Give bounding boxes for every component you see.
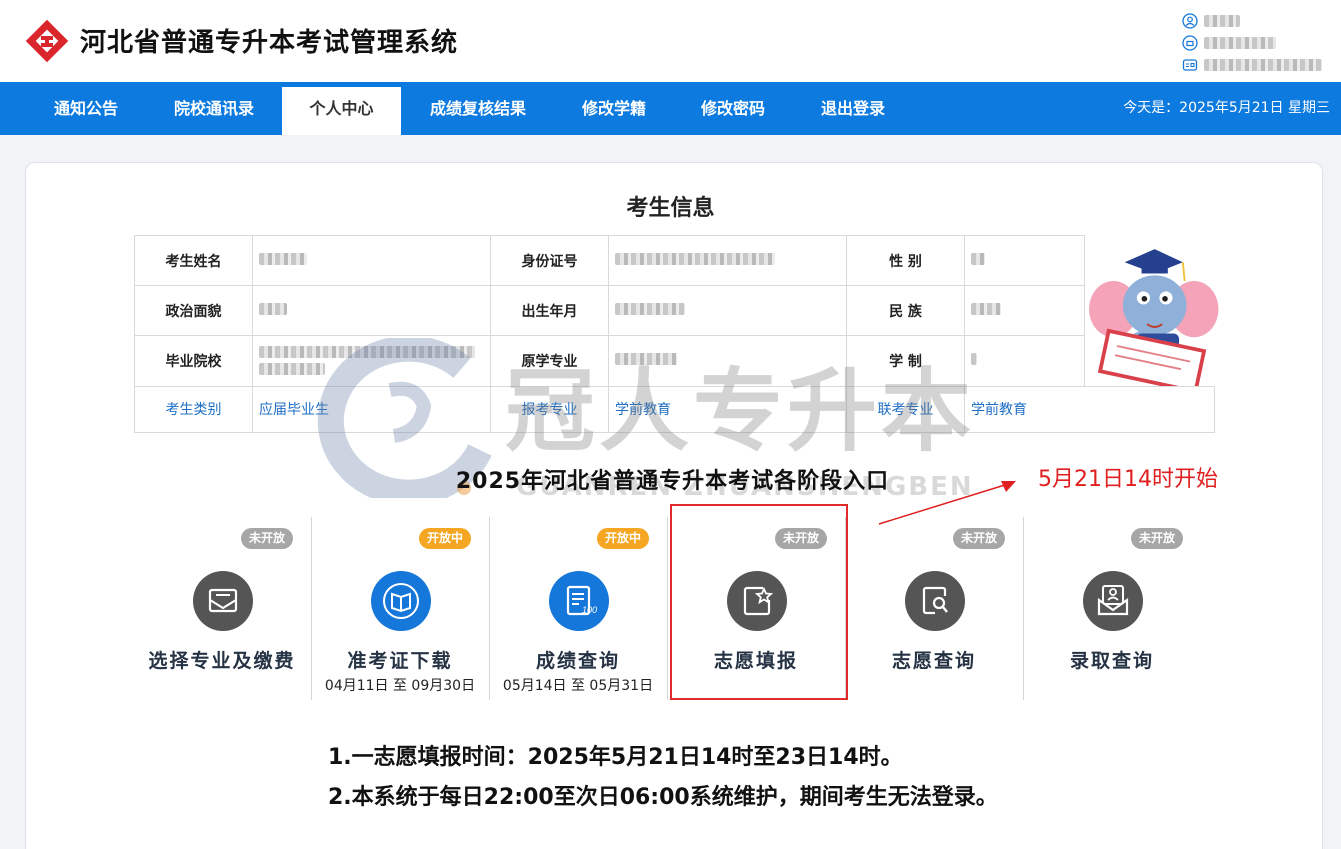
label-major: 原学专业	[490, 335, 609, 387]
nav-item-logout[interactable]: 退出登录	[806, 87, 900, 135]
label-name: 考生姓名	[134, 234, 253, 287]
search-document-icon	[905, 571, 965, 631]
label-gender: 性 别	[846, 234, 965, 287]
status-badge: 开放中	[418, 528, 471, 549]
svg-text:100: 100	[582, 605, 597, 615]
stage-dates: 05月14日 至 05月31日	[502, 678, 654, 694]
site-header: 河北省普通专升本考试管理系统	[0, 0, 1341, 82]
note-line-2: 2.本系统于每日22:00至次日06:00系统维护，期间考生无法登录。	[328, 785, 998, 810]
value-id	[608, 234, 847, 287]
highlight-box	[670, 504, 848, 700]
stage-dates: 04月11日 至 09月30日	[324, 678, 476, 694]
envelope-icon	[193, 571, 253, 631]
label-ethnicity: 民 族	[846, 285, 965, 337]
stage-select-major[interactable]: 未开放 选择专业及缴费	[133, 517, 311, 700]
value-name	[252, 234, 491, 287]
value-school	[252, 335, 491, 387]
user-id-redacted	[1204, 59, 1322, 71]
label-apply-major: 报考专业	[490, 385, 609, 433]
label-duration: 学 制	[846, 335, 965, 387]
annotation-text: 5月21日14时开始	[1038, 467, 1218, 492]
stage-name: 准考证下载	[347, 650, 453, 672]
stage-preference-query[interactable]: 未开放 志愿查询	[845, 517, 1023, 700]
stage-name: 志愿查询	[891, 650, 976, 672]
logo-icon	[25, 19, 69, 63]
label-category: 考生类别	[134, 385, 253, 433]
value-joint-major: 学前教育	[964, 385, 1215, 433]
nav-item-change-password[interactable]: 修改密码	[686, 87, 780, 135]
user-envelope-icon	[1083, 571, 1143, 631]
value-ethnicity	[964, 285, 1085, 337]
book-icon	[371, 571, 431, 631]
id-card-icon	[1182, 59, 1198, 71]
value-major	[608, 335, 847, 387]
label-political: 政治面貌	[134, 285, 253, 337]
score-document-icon: 100	[549, 571, 609, 631]
phone-icon	[1182, 35, 1198, 51]
label-joint-major: 联考专业	[846, 385, 965, 433]
value-gender	[964, 234, 1085, 287]
main-nav: 通知公告 院校通讯录 个人中心 成绩复核结果 修改学籍 修改密码 退出登录 今天…	[0, 82, 1341, 135]
value-category: 应届毕业生	[252, 385, 491, 433]
status-badge: 开放中	[596, 528, 649, 549]
status-badge: 未开放	[240, 528, 293, 549]
nav-item-score-review[interactable]: 成绩复核结果	[415, 87, 541, 135]
elephant-mascot-icon	[1089, 248, 1219, 386]
nav-item-notices[interactable]: 通知公告	[36, 87, 136, 135]
site-title: 河北省普通专升本考试管理系统	[80, 28, 459, 58]
status-badge: 未开放	[1130, 528, 1183, 549]
stage-name: 录取查询	[1069, 650, 1154, 672]
student-info-table: 考生姓名 身份证号 性 别 政治面貌 出生年月 民 族 毕业院校 原学专业 学 …	[134, 234, 1219, 433]
user-phone-row	[1182, 32, 1332, 54]
user-name-redacted	[1204, 15, 1240, 27]
stage-admission-query[interactable]: 未开放 录取查询	[1023, 517, 1201, 700]
stage-name: 成绩查询	[535, 650, 620, 672]
info-title: 考生信息	[626, 196, 715, 221]
stage-name: 选择专业及缴费	[148, 650, 296, 672]
note-line-1: 1.一志愿填报时间：2025年5月21日14时至23日14时。	[328, 745, 903, 770]
user-phone-redacted	[1204, 37, 1276, 49]
stage-admission-ticket[interactable]: 开放中 准考证下载 04月11日 至 09月30日	[311, 517, 489, 700]
value-duration	[964, 335, 1085, 387]
current-date: 今天是：2025年5月21日 星期三	[1123, 100, 1330, 116]
value-apply-major: 学前教育	[608, 385, 847, 433]
notes: 1.一志愿填报时间：2025年5月21日14时至23日14时。 2.本系统于每日…	[328, 738, 998, 818]
nav-item-personal-center[interactable]: 个人中心	[282, 87, 401, 135]
user-name-row	[1182, 10, 1332, 32]
user-id-row	[1182, 54, 1332, 76]
user-icon	[1182, 13, 1198, 29]
mascot-cell	[1084, 235, 1219, 387]
label-school: 毕业院校	[134, 335, 253, 387]
status-badge: 未开放	[952, 528, 1005, 549]
value-political	[252, 285, 491, 337]
nav-item-directory[interactable]: 院校通讯录	[158, 87, 270, 135]
value-birth	[608, 285, 847, 337]
stage-score-query[interactable]: 开放中 100 成绩查询 05月14日 至 05月31日	[489, 517, 667, 700]
label-id: 身份证号	[490, 234, 609, 287]
nav-item-edit-status[interactable]: 修改学籍	[567, 87, 661, 135]
user-info	[1182, 10, 1332, 76]
label-birth: 出生年月	[490, 285, 609, 337]
